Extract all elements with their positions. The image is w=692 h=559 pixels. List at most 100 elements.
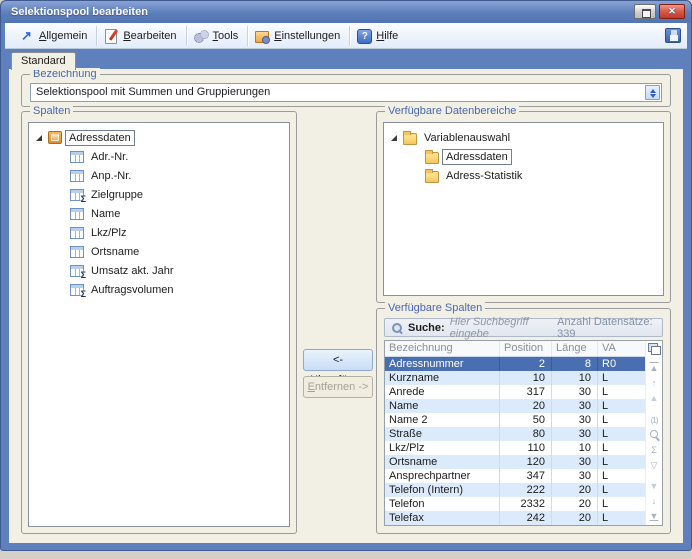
entfernen-button[interactable]: Entfernen -> bbox=[303, 376, 373, 398]
tab-page: Bezeichnung Selektionspool mit Summen un… bbox=[9, 68, 683, 543]
spalten-group: Spalten Adressdaten Adr.-Nr. Anp.-Nr. Σ … bbox=[21, 105, 297, 534]
save-icon[interactable] bbox=[665, 28, 681, 43]
table-icon bbox=[70, 226, 84, 239]
window-title: Selektionspool bearbeiten bbox=[11, 6, 148, 18]
expander-icon[interactable] bbox=[57, 189, 68, 200]
tree-item[interactable]: Adress-Statistik bbox=[384, 166, 663, 185]
tree-item[interactable]: Auftragsvolumen bbox=[29, 280, 289, 299]
table-row[interactable]: Telefon 2332 20 L bbox=[385, 497, 645, 511]
column-chooser-icon[interactable] bbox=[648, 343, 661, 355]
addressbook-icon bbox=[48, 131, 62, 144]
spalten-group-label: Spalten bbox=[30, 105, 74, 117]
bezeichnung-combobox[interactable]: Selektionspool mit Summen und Gruppierun… bbox=[30, 83, 662, 102]
search-label: Suche: bbox=[408, 321, 445, 334]
expander-icon[interactable] bbox=[57, 284, 68, 295]
folder-icon bbox=[425, 168, 439, 183]
edit-icon bbox=[103, 28, 119, 44]
expander-icon[interactable] bbox=[57, 246, 68, 257]
grid-header[interactable]: Bezeichnung Position Länge VA bbox=[385, 341, 645, 357]
table-icon bbox=[70, 150, 84, 163]
tree-item[interactable]: Adressdaten bbox=[384, 147, 663, 166]
record-count: 339 bbox=[557, 327, 576, 340]
table-row[interactable]: Name 2 50 30 L bbox=[385, 413, 645, 427]
tree-item[interactable]: Ortsname bbox=[29, 242, 289, 261]
table-row[interactable]: Ortsname 120 30 L bbox=[385, 455, 645, 469]
table-row[interactable]: Telefon (Intern) 222 20 L bbox=[385, 483, 645, 497]
expander-icon[interactable] bbox=[412, 170, 423, 181]
table-icon bbox=[70, 207, 84, 220]
close-button[interactable]: ✕ bbox=[659, 4, 685, 19]
table-row[interactable]: Ansprechpartner 347 30 L bbox=[385, 469, 645, 483]
expander-icon[interactable] bbox=[35, 132, 46, 143]
expander-icon[interactable] bbox=[412, 151, 423, 162]
gears-icon bbox=[193, 28, 209, 44]
expander-icon[interactable] bbox=[390, 132, 401, 143]
titlebar: Selektionspool bearbeiten ✕ bbox=[1, 1, 691, 23]
tree-item[interactable]: Anp.-Nr. bbox=[29, 166, 289, 185]
column-header-position[interactable]: Position bbox=[499, 341, 551, 356]
expander-icon[interactable] bbox=[57, 170, 68, 181]
table-row[interactable]: Straße 80 30 L bbox=[385, 427, 645, 441]
page-down-button[interactable]: ▼ bbox=[648, 481, 661, 492]
table-row[interactable]: Lkz/Plz 110 10 L bbox=[385, 441, 645, 455]
table-sum-icon bbox=[70, 264, 86, 280]
tree-item[interactable]: Zielgruppe bbox=[29, 185, 289, 204]
toolbar-bearbeiten-button[interactable]: Bearbeiten bbox=[97, 25, 187, 46]
spinner-icon[interactable] bbox=[645, 85, 660, 100]
grid-rows: Adressnummer 2 8 R0 Kurzname 10 10 L Anr… bbox=[385, 357, 645, 525]
tab-standard[interactable]: Standard bbox=[11, 52, 76, 70]
sum-button[interactable]: Σ bbox=[648, 445, 661, 456]
expander-icon[interactable] bbox=[57, 208, 68, 219]
restore-button[interactable] bbox=[634, 4, 656, 19]
filter-button[interactable]: ▽ bbox=[648, 460, 661, 471]
table-row[interactable]: Anrede 317 30 L bbox=[385, 385, 645, 399]
table-group-icon bbox=[70, 188, 86, 204]
search-icon bbox=[391, 322, 403, 334]
expander-icon[interactable] bbox=[57, 227, 68, 238]
last-row-button[interactable]: ▼ bbox=[648, 511, 661, 522]
expander-icon[interactable] bbox=[57, 265, 68, 276]
row-down-button[interactable]: ↓ bbox=[648, 496, 661, 507]
help-icon bbox=[356, 28, 373, 44]
datenbereiche-group-label: Verfügbare Datenbereiche bbox=[385, 105, 520, 117]
table-sum-icon bbox=[70, 283, 86, 299]
tree-item[interactable]: Variablenauswahl bbox=[384, 128, 663, 147]
column-header-va[interactable]: VA bbox=[597, 341, 645, 356]
folder-icon bbox=[403, 130, 417, 145]
toolbar-tools-button[interactable]: Tools bbox=[187, 25, 249, 46]
tree-item[interactable]: Adr.-Nr. bbox=[29, 147, 289, 166]
table-row[interactable]: Adressnummer 2 8 R0 bbox=[385, 357, 645, 371]
tree-item[interactable]: Umsatz akt. Jahr bbox=[29, 261, 289, 280]
grid-search-button[interactable] bbox=[648, 429, 661, 441]
toolbar-einstellungen-button[interactable]: Einstellungen bbox=[248, 25, 351, 46]
tree-item[interactable]: Lkz/Plz bbox=[29, 223, 289, 242]
search-bar[interactable]: Suche: Hier Suchbegriff eingebe Anzahl D… bbox=[384, 315, 663, 340]
column-header-laenge[interactable]: Länge bbox=[551, 341, 597, 356]
dialog-window: Selektionspool bearbeiten ✕ Allgemein Be… bbox=[0, 0, 692, 551]
row-up-button[interactable]: ↑ bbox=[648, 378, 661, 389]
tree-item[interactable]: Name bbox=[29, 204, 289, 223]
hinzufuegen-button[interactable]: <- Hinzufügen bbox=[303, 349, 373, 386]
datenbereiche-tree: Variablenauswahl Adressdaten Adress-Stat… bbox=[383, 122, 664, 296]
first-row-button[interactable]: ▲ bbox=[648, 363, 661, 374]
grid-nav-strip: ▲ ↑ ▲ (1) Σ ▽ ▼ ↓ ▼ bbox=[645, 341, 662, 525]
folder-icon bbox=[425, 149, 439, 164]
table-row[interactable]: Telefax 242 20 L bbox=[385, 511, 645, 525]
page-up-button[interactable]: ▲ bbox=[648, 393, 661, 404]
tree-item[interactable]: Adressdaten bbox=[29, 128, 289, 147]
table-row[interactable]: Name 20 30 L bbox=[385, 399, 645, 413]
toolbar: Allgemein Bearbeiten Tools Einstellungen… bbox=[5, 23, 687, 49]
toolbar-hilfe-button[interactable]: Hilfe bbox=[350, 26, 407, 46]
bezeichnung-value: Selektionspool mit Summen und Gruppierun… bbox=[36, 86, 271, 98]
record-count-label: Anzahl Datensätze: bbox=[557, 315, 653, 328]
arrow-icon bbox=[19, 28, 35, 44]
verfuegbare-spalten-group-label: Verfügbare Spalten bbox=[385, 302, 486, 314]
table-icon bbox=[70, 169, 84, 182]
verfuegbare-spalten-group: Verfügbare Spalten Suche: Hier Suchbegri… bbox=[376, 302, 671, 534]
search-input[interactable]: Hier Suchbegriff eingebe bbox=[450, 316, 552, 340]
table-row[interactable]: Kurzname 10 10 L bbox=[385, 371, 645, 385]
brackets-button[interactable]: (1) bbox=[648, 415, 661, 426]
expander-icon[interactable] bbox=[57, 151, 68, 162]
column-header-bezeichnung[interactable]: Bezeichnung bbox=[385, 341, 499, 356]
toolbar-allgemein-button[interactable]: Allgemein bbox=[13, 25, 98, 46]
